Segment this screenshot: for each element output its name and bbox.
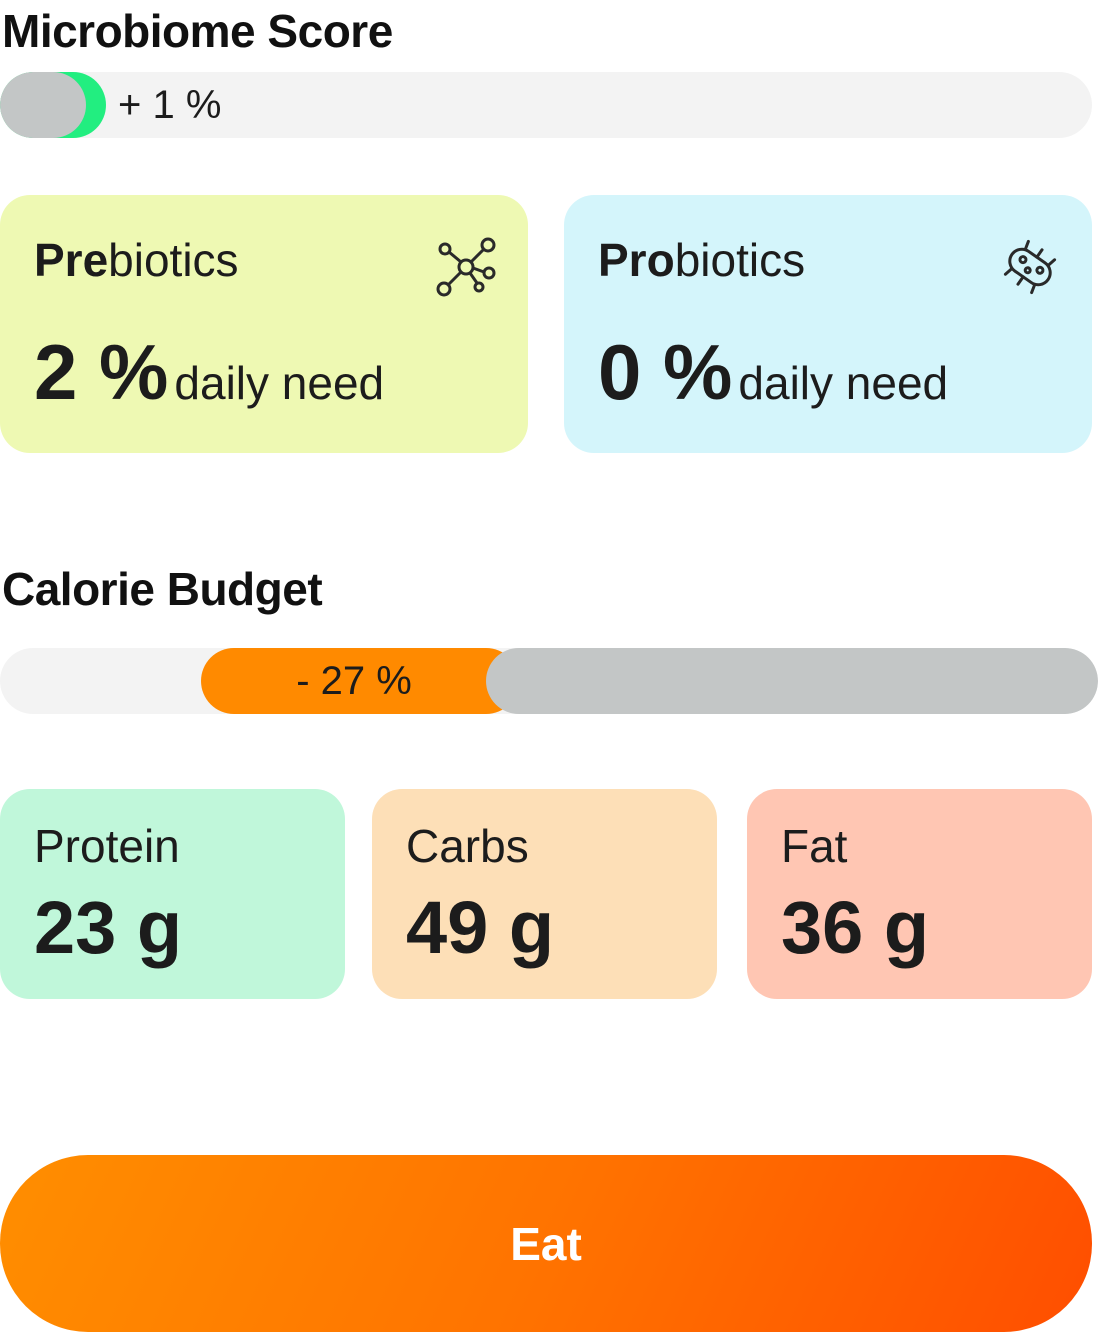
prebiotics-title: Prebiotics: [34, 233, 239, 287]
bacteria-icon: [1003, 239, 1057, 295]
carbs-value: 49 g: [406, 886, 555, 969]
microbiome-change-label: + 1 %: [118, 83, 222, 127]
microbiome-score-title: Microbiome Score: [2, 5, 393, 57]
protein-value: 23 g: [34, 886, 183, 969]
carbs-card[interactable]: Carbs 49 g: [372, 789, 717, 999]
probiotics-value: 0 % daily need: [598, 327, 948, 418]
protein-card[interactable]: Protein 23 g: [0, 789, 345, 999]
eat-button[interactable]: Eat: [0, 1155, 1092, 1332]
fat-value: 36 g: [781, 886, 930, 969]
protein-label: Protein: [34, 820, 180, 872]
probiotics-unit: daily need: [738, 357, 949, 409]
molecule-icon: [436, 237, 496, 297]
probiotics-title-bold: Pro: [598, 234, 675, 286]
probiotics-title-rest: biotics: [674, 234, 806, 286]
calorie-budget-title: Calorie Budget: [2, 563, 323, 615]
probiotics-percent: 0 %: [598, 328, 733, 416]
prebiotics-value: 2 % daily need: [34, 327, 384, 418]
calorie-change-label: - 27 %: [296, 659, 412, 703]
microbiome-base-segment: [0, 72, 86, 138]
calorie-remaining-segment: [486, 648, 1098, 714]
prebiotics-percent: 2 %: [34, 328, 169, 416]
probiotics-card[interactable]: Probiotics 0 % daily need: [564, 195, 1092, 453]
prebiotics-unit: daily need: [174, 357, 385, 409]
fat-label: Fat: [781, 820, 848, 872]
prebiotics-title-bold: Pre: [34, 234, 109, 286]
prebiotics-title-rest: biotics: [108, 234, 239, 286]
carbs-label: Carbs: [406, 820, 529, 872]
calorie-budget-bar: - 27 %: [0, 648, 1098, 714]
fat-card[interactable]: Fat 36 g: [747, 789, 1092, 999]
probiotics-title: Probiotics: [598, 233, 805, 287]
prebiotics-card[interactable]: Prebiotics 2 % daily need: [0, 195, 528, 453]
microbiome-score-bar: + 1 %: [0, 72, 1092, 138]
